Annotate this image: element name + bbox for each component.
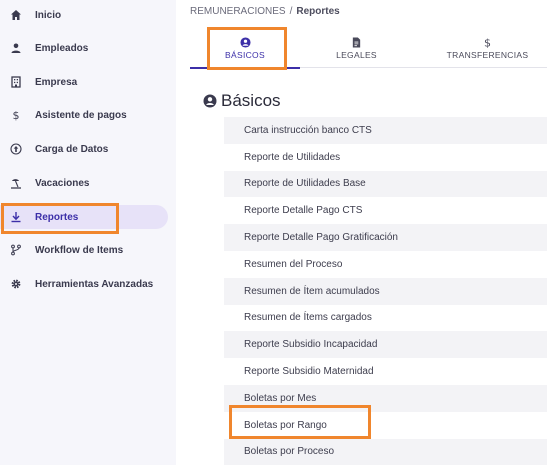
- section-title-text: Básicos: [221, 91, 281, 110]
- report-item-reporte-detalle-pago-gratificacion[interactable]: Reporte Detalle Pago Gratificación: [224, 224, 547, 251]
- tab-basicos[interactable]: BÁSICOS: [190, 28, 300, 69]
- upload-icon: [9, 142, 23, 156]
- tab-label: TRANSFERENCIAS: [446, 50, 529, 60]
- breadcrumb-parent[interactable]: REMUNERACIONES: [190, 6, 286, 17]
- report-item-carta-instruccion-banco-cts[interactable]: Carta instrucción banco CTS: [224, 117, 547, 144]
- tab-label: LEGALES: [336, 50, 377, 60]
- sidebar-item-workflow-de-items[interactable]: Workflow de Items: [0, 238, 168, 262]
- svg-text:$: $: [13, 109, 20, 121]
- sidebar-item-label: Reportes: [35, 211, 79, 223]
- sidebar-item-reportes[interactable]: Reportes: [0, 205, 168, 229]
- gear-icon: [9, 277, 23, 291]
- report-item-reporte-subsidio-maternidad[interactable]: Reporte Subsidio Maternidad: [224, 358, 547, 385]
- sidebar-item-empleados[interactable]: Empleados: [0, 36, 168, 60]
- report-item-boletas-por-rango[interactable]: Boletas por Rango: [224, 411, 547, 439]
- report-item-reporte-de-utilidades-base[interactable]: Reporte de Utilidades Base: [224, 170, 547, 198]
- sidebar-item-label: Vacaciones: [35, 177, 90, 189]
- report-item-resumen-de-items-cargados[interactable]: Resumen de Ítems cargados: [224, 304, 547, 332]
- user-circle-icon: [239, 36, 251, 48]
- report-item-reporte-de-utilidades[interactable]: Reporte de Utilidades: [224, 143, 547, 171]
- sidebar-item-asistente-de-pagos[interactable]: $ Asistente de pagos: [0, 103, 168, 127]
- sidebar-item-carga-de-datos[interactable]: Carga de Datos: [0, 137, 168, 161]
- sidebar-item-label: Workflow de Items: [35, 244, 124, 256]
- dollar-icon: $: [9, 108, 23, 122]
- sidebar-item-label: Empleados: [35, 42, 89, 54]
- sidebar: Inicio Empleados Empresa $ Asistente de …: [0, 0, 176, 465]
- sidebar-item-label: Empresa: [35, 76, 78, 88]
- document-icon: [351, 36, 363, 48]
- sidebar-item-empresa[interactable]: Empresa: [0, 70, 168, 94]
- user-circle-icon: [203, 94, 217, 108]
- beach-icon: [9, 176, 23, 190]
- sidebar-item-label: Inicio: [35, 9, 62, 21]
- report-item-reporte-detalle-pago-cts[interactable]: Reporte Detalle Pago CTS: [224, 197, 547, 225]
- report-list: Carta instrucción banco CTS Reporte de U…: [224, 117, 547, 465]
- user-icon: [9, 41, 23, 55]
- report-tabs: BÁSICOS LEGALES $ TRANSFERENCIAS: [190, 28, 547, 69]
- home-icon: [9, 8, 23, 22]
- branch-icon: [9, 243, 23, 257]
- active-tab-indicator: [190, 67, 300, 69]
- report-item-boletas-por-mes[interactable]: Boletas por Mes: [224, 384, 547, 412]
- report-item-resumen-del-proceso[interactable]: Resumen del Proceso: [224, 250, 547, 278]
- sidebar-item-label: Carga de Datos: [35, 143, 109, 155]
- breadcrumb-current: Reportes: [296, 6, 340, 17]
- dollar-icon: $: [482, 36, 494, 48]
- download-icon: [9, 210, 23, 224]
- tab-transferencias[interactable]: $ TRANSFERENCIAS: [430, 28, 545, 68]
- breadcrumb-separator: /: [289, 6, 293, 17]
- report-item-resumen-de-item-acumulados[interactable]: Resumen de Ítem acumulados: [224, 277, 547, 305]
- section-title: Básicos: [203, 91, 281, 111]
- sidebar-item-inicio[interactable]: Inicio: [0, 3, 168, 27]
- tab-label: BÁSICOS: [225, 50, 265, 60]
- breadcrumb: REMUNERACIONES / Reportes: [190, 6, 340, 17]
- sidebar-item-label: Herramientas Avanzadas: [35, 278, 154, 290]
- report-item-reporte-subsidio-incapacidad[interactable]: Reporte Subsidio Incapacidad: [224, 331, 547, 359]
- sidebar-item-vacaciones[interactable]: Vacaciones: [0, 171, 168, 195]
- tab-legales[interactable]: LEGALES: [300, 28, 413, 68]
- building-icon: [9, 75, 23, 89]
- svg-text:$: $: [484, 37, 491, 48]
- sidebar-item-label: Asistente de pagos: [35, 109, 127, 121]
- report-item-boletas-por-proceso[interactable]: Boletas por Proceso: [224, 438, 547, 465]
- sidebar-item-herramientas-avanzadas[interactable]: Herramientas Avanzadas: [0, 272, 168, 296]
